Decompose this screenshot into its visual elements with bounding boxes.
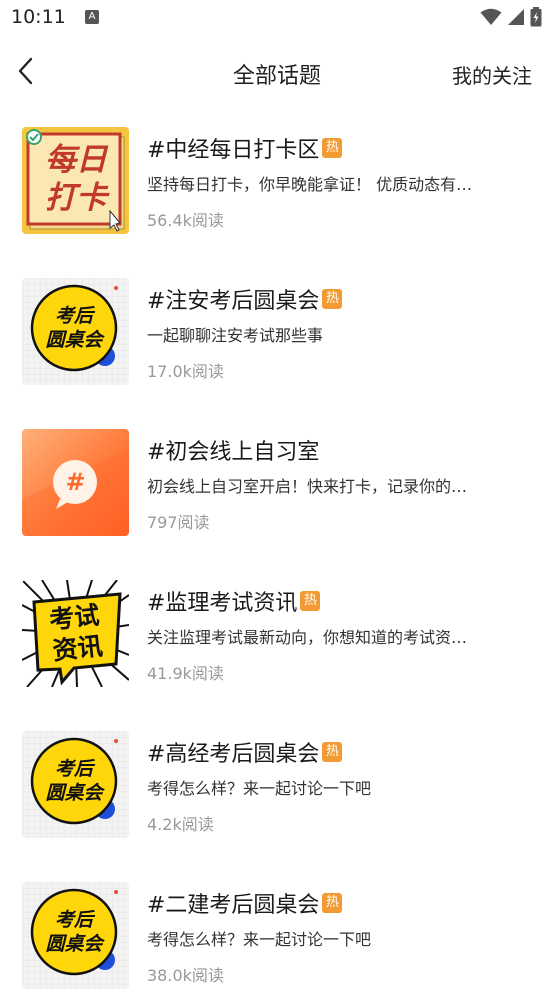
system-icons — [480, 7, 542, 27]
topic-thumbnail-roundtable: 考后 圆桌会 — [22, 731, 129, 838]
my-follows-link[interactable]: 我的关注 — [452, 60, 532, 89]
thumb-text-line2: 圆桌会 — [45, 933, 103, 955]
topic-title: #中经每日打卡区 — [147, 138, 320, 163]
topic-item[interactable]: # #初会线上自习室 初会线上自习室开启！快来打卡，记录你的… 797阅读 — [0, 419, 554, 549]
topic-thumbnail-checkin: 每日 打卡 — [22, 127, 129, 234]
topic-read-count: 17.0k阅读 — [147, 362, 224, 381]
topic-read-count: 41.9k阅读 — [147, 664, 224, 683]
topic-item[interactable]: 每日 打卡 #中经每日打卡区 热 坚持每日打卡，你早晚能拿证！ 优质动态有… 5… — [0, 117, 554, 247]
signal-icon — [508, 9, 524, 25]
hot-badge: 热 — [300, 591, 321, 611]
topic-thumbnail-exam-news: 考试 资讯 — [22, 580, 129, 687]
topic-description: 考得怎么样？来一起讨论一下吧 — [147, 779, 372, 798]
topic-description: 初会线上自习室开启！快来打卡，记录你的… — [147, 477, 468, 496]
topic-description: 考得怎么样？来一起讨论一下吧 — [147, 930, 372, 949]
hot-badge: 热 — [322, 138, 343, 158]
thumb-text-line2: 圆桌会 — [45, 782, 103, 804]
topic-title: #注安考后圆桌会 — [147, 289, 320, 314]
notification-icon: A — [85, 10, 99, 24]
topic-thumbnail-roundtable: 考后 圆桌会 — [22, 882, 129, 989]
thumb-text-line1: 考后 — [54, 305, 93, 327]
topic-item[interactable]: 考后 圆桌会 #注安考后圆桌会 热 一起聊聊注安考试那些事 17.0k阅读 — [0, 268, 554, 398]
topic-title-row: #注安考后圆桌会 热 — [147, 284, 343, 314]
topic-title-row: #监理考试资讯 热 — [147, 586, 321, 616]
thumb-text-line2: 圆桌会 — [45, 329, 103, 351]
topic-title: #监理考试资讯 — [147, 591, 298, 616]
topic-read-count: 4.2k阅读 — [147, 815, 214, 834]
topic-description: 关注监理考试最新动向，你想知道的考试资… — [147, 628, 468, 647]
thumb-text-line2: 打卡 — [45, 180, 107, 216]
topic-thumbnail-study-room: # — [22, 429, 129, 536]
topic-thumbnail-roundtable: 考后 圆桌会 — [22, 278, 129, 385]
battery-icon — [530, 7, 542, 27]
hot-badge: 热 — [322, 742, 343, 762]
topic-item[interactable]: 考后 圆桌会 #高经考后圆桌会 热 考得怎么样？来一起讨论一下吧 4.2k阅读 — [0, 721, 554, 851]
topic-title-row: #二建考后圆桌会 热 — [147, 888, 343, 918]
thumb-text-line1: 考后 — [54, 758, 93, 780]
status-time: 10:11 — [11, 6, 66, 28]
topic-title: #初会线上自习室 — [147, 440, 320, 465]
status-bar: 10:11 A — [0, 0, 554, 38]
thumb-text-line1: 考后 — [54, 909, 93, 931]
topic-title: #高经考后圆桌会 — [147, 742, 320, 767]
topic-title-row: #中经每日打卡区 热 — [147, 133, 343, 163]
topic-item[interactable]: 考试 资讯 #监理考试资讯 热 关注监理考试最新动向，你想知道的考试资… 41.… — [0, 570, 554, 700]
topic-title-row: #初会线上自习室 — [147, 435, 319, 465]
topic-title: #二建考后圆桌会 — [147, 893, 320, 918]
topic-read-count: 38.0k阅读 — [147, 966, 224, 985]
hot-badge: 热 — [322, 289, 343, 309]
topic-read-count: 797阅读 — [147, 513, 210, 532]
nav-bar: 全部话题 我的关注 — [0, 38, 554, 108]
wifi-icon — [480, 8, 502, 25]
topic-item[interactable]: 考后 圆桌会 #二建考后圆桌会 热 考得怎么样？来一起讨论一下吧 38.0k阅读 — [0, 872, 554, 1002]
hashtag-icon: # — [65, 468, 86, 496]
topic-read-count: 56.4k阅读 — [147, 211, 224, 230]
topic-description: 一起聊聊注安考试那些事 — [147, 326, 324, 345]
thumb-text-line1: 每日 — [45, 142, 107, 178]
topic-description: 坚持每日打卡，你早晚能拿证！ 优质动态有… — [147, 175, 473, 194]
topic-title-row: #高经考后圆桌会 热 — [147, 737, 343, 767]
hot-badge: 热 — [322, 893, 343, 913]
